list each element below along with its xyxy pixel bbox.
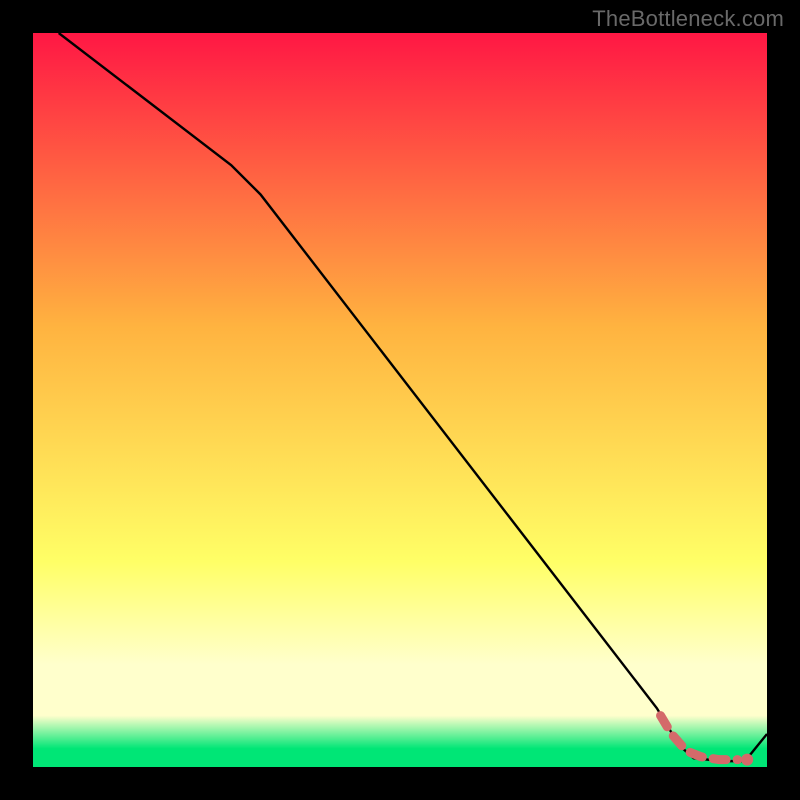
series-highlight-dot <box>741 754 753 766</box>
chart-frame: TheBottleneck.com <box>0 0 800 800</box>
chart-lines <box>33 33 767 767</box>
watermark-text: TheBottleneck.com <box>592 6 784 32</box>
plot-area <box>33 33 767 767</box>
series-highlight-dash <box>661 716 738 760</box>
series-curve <box>59 33 767 761</box>
